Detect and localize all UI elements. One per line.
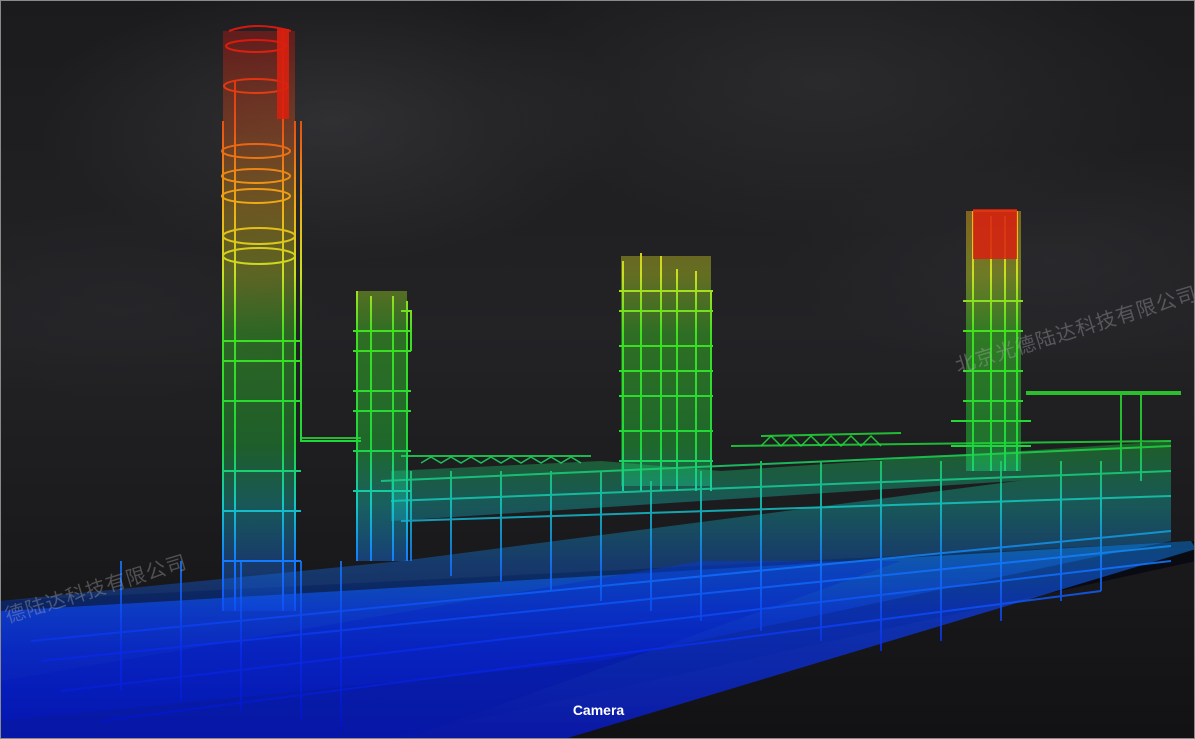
point-cloud-viewport[interactable]: 北京光德陆达科技有限公司 德陆达科技有限公司 Camera	[0, 0, 1195, 739]
column-tower-small	[353, 291, 412, 561]
camera-label: Camera	[572, 702, 625, 718]
distillation-tower-left	[221, 25, 361, 611]
column-tower-middle	[619, 253, 713, 491]
point-cloud-scene	[1, 25, 1194, 738]
